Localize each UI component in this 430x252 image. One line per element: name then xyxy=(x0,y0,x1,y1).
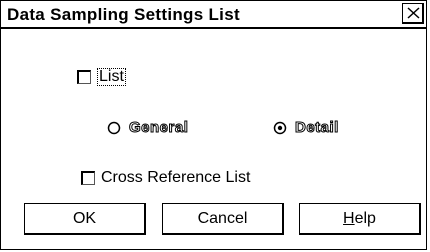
list-checkbox-label: List xyxy=(97,68,126,86)
radio-general-row[interactable]: General xyxy=(107,119,189,137)
cancel-button[interactable]: Cancel xyxy=(162,203,284,235)
radio-selected-icon[interactable] xyxy=(273,121,287,135)
radio-general-label: General xyxy=(128,119,189,137)
list-checkbox-row[interactable]: List xyxy=(77,68,126,86)
list-checkbox[interactable] xyxy=(77,70,91,84)
help-button[interactable]: Help xyxy=(299,203,421,235)
help-mnemonic: H xyxy=(343,209,355,227)
title-bar[interactable]: Data Sampling Settings List xyxy=(1,1,426,29)
close-icon xyxy=(407,7,420,19)
radio-detail-row[interactable]: Detail xyxy=(273,119,339,137)
help-label-rest: elp xyxy=(354,209,376,227)
cross-reference-checkbox[interactable] xyxy=(81,171,95,185)
radio-detail-label: Detail xyxy=(295,119,339,137)
cross-reference-checkbox-label: Cross Reference List xyxy=(101,169,251,186)
cross-reference-checkbox-row[interactable]: Cross Reference List xyxy=(81,169,250,187)
dialog-title: Data Sampling Settings List xyxy=(7,5,240,24)
data-sampling-settings-dialog: Data Sampling Settings List List General… xyxy=(0,0,427,250)
close-button[interactable] xyxy=(402,3,424,24)
ok-button[interactable]: OK xyxy=(24,203,146,235)
radio-unselected-icon[interactable] xyxy=(107,121,121,135)
